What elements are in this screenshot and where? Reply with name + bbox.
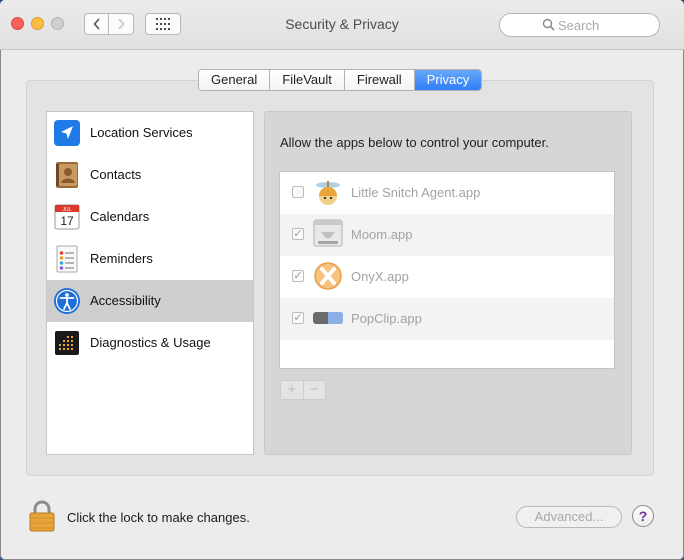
list-item[interactable]: ✓ PopClip.app xyxy=(280,298,614,340)
add-remove-controls: + − xyxy=(280,380,326,400)
diagnostics-grid-icon xyxy=(55,331,79,355)
moom-icon xyxy=(313,219,343,247)
onyx-icon xyxy=(314,262,342,290)
lock-icon[interactable] xyxy=(29,500,55,532)
tab-bar: General FileVault Firewall Privacy xyxy=(198,69,483,91)
app-name: Little Snitch Agent.app xyxy=(351,185,481,200)
list-item[interactable]: ✓ OnyX.app xyxy=(280,256,614,298)
sidebar-item-contacts[interactable]: Contacts xyxy=(47,154,253,196)
reminders-list-icon xyxy=(56,245,78,273)
help-button[interactable]: ? xyxy=(632,505,654,527)
calendar-day-text: 17 xyxy=(60,214,74,228)
list-item[interactable]: Little Snitch Agent.app xyxy=(280,172,614,214)
app-name: OnyX.app xyxy=(351,269,409,284)
popclip-icon xyxy=(313,312,343,324)
sidebar-item-location-services[interactable]: Location Services xyxy=(47,112,253,154)
privacy-category-list: Location Services Contacts JUL 17 Calend… xyxy=(46,111,254,455)
app-name: Moom.app xyxy=(351,227,413,242)
app-checkbox[interactable]: ✓ xyxy=(292,270,304,282)
title-bar: Security & Privacy xyxy=(0,0,684,50)
app-name: PopClip.app xyxy=(351,311,422,326)
contacts-book-icon xyxy=(56,162,78,188)
sidebar-item-label: Contacts xyxy=(90,167,142,182)
add-app-button[interactable]: + xyxy=(281,381,304,399)
search-field[interactable] xyxy=(499,13,660,37)
search-input[interactable] xyxy=(558,16,648,34)
sidebar-item-diagnostics-usage[interactable]: Diagnostics & Usage xyxy=(47,322,253,364)
sidebar-item-label: Location Services xyxy=(90,125,193,140)
search-icon xyxy=(542,18,555,31)
remove-app-button[interactable]: − xyxy=(304,381,326,399)
sidebar-item-label: Reminders xyxy=(90,251,153,266)
lock-message: Click the lock to make changes. xyxy=(67,510,250,525)
sidebar-item-label: Accessibility xyxy=(90,293,161,308)
tab-filevault[interactable]: FileVault xyxy=(270,70,345,90)
location-arrow-icon xyxy=(54,120,80,146)
little-snitch-icon xyxy=(316,181,340,205)
tab-general[interactable]: General xyxy=(199,70,271,90)
accessibility-icon xyxy=(54,288,80,314)
app-list: Little Snitch Agent.app ✓ Moom.app ✓ Ony… xyxy=(279,171,615,369)
app-checkbox[interactable] xyxy=(292,186,304,198)
advanced-button[interactable]: Advanced... xyxy=(516,506,622,528)
sidebar-item-label: Calendars xyxy=(90,209,150,224)
sidebar-item-reminders[interactable]: Reminders xyxy=(47,238,253,280)
pane-heading: Allow the apps below to control your com… xyxy=(280,135,549,150)
calendar-month-text: JUL xyxy=(63,207,72,213)
app-checkbox[interactable]: ✓ xyxy=(292,228,304,240)
tab-firewall[interactable]: Firewall xyxy=(344,70,415,90)
sidebar-item-label: Diagnostics & Usage xyxy=(90,335,211,350)
calendar-icon: JUL 17 xyxy=(54,204,80,230)
preferences-window: Security & Privacy General FileVault Fir… xyxy=(0,0,684,560)
sidebar-item-calendars[interactable]: JUL 17 Calendars xyxy=(47,196,253,238)
sidebar-item-accessibility[interactable]: Accessibility xyxy=(47,280,253,322)
app-checkbox[interactable]: ✓ xyxy=(292,312,304,324)
tab-privacy[interactable]: Privacy xyxy=(414,70,482,90)
list-item[interactable]: ✓ Moom.app xyxy=(280,214,614,256)
